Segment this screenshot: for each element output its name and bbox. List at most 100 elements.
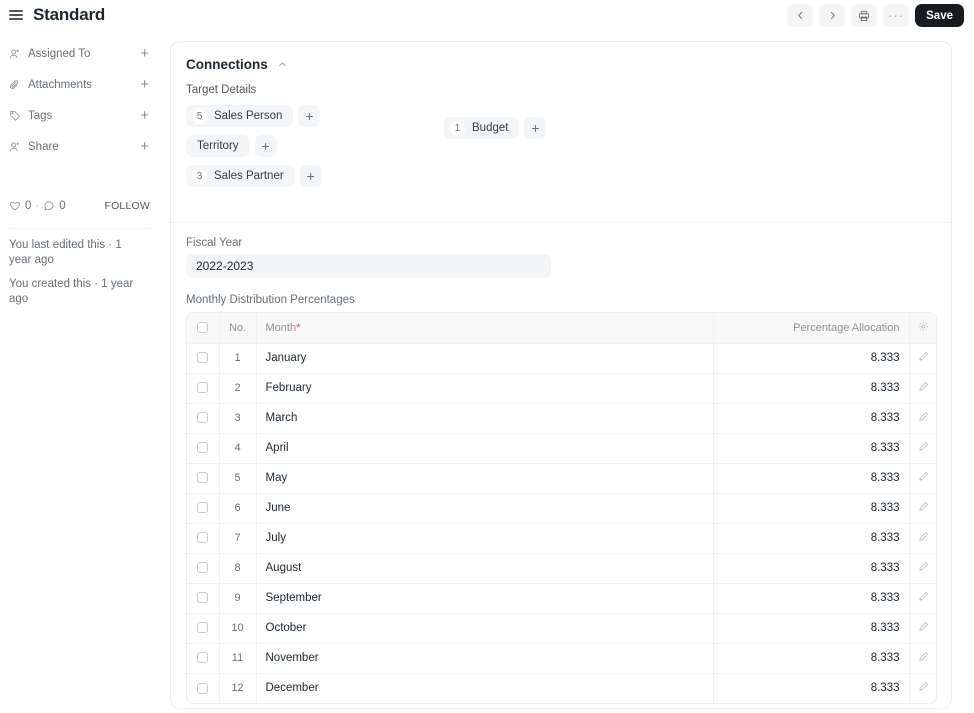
more-options-button[interactable]: ··· xyxy=(883,4,909,27)
row-percentage-cell[interactable]: 8.333 xyxy=(713,463,909,493)
connection-pill-sales-partner[interactable]: 3 Sales Partner xyxy=(186,165,295,187)
grid-settings-header[interactable] xyxy=(909,313,937,343)
table-row[interactable]: 1January8.333 xyxy=(187,343,937,373)
row-select-cell[interactable] xyxy=(187,463,219,493)
pencil-icon[interactable] xyxy=(918,651,929,662)
sidebar-add-share[interactable]: + xyxy=(140,139,152,154)
row-select-cell[interactable] xyxy=(187,403,219,433)
row-select-cell[interactable] xyxy=(187,493,219,523)
add-sales-person-button[interactable]: + xyxy=(298,105,320,127)
row-edit-cell[interactable] xyxy=(909,523,937,553)
sidebar-item-assigned-to[interactable]: Assigned To + xyxy=(0,38,160,69)
chevron-up-icon[interactable] xyxy=(277,59,288,70)
row-select-cell[interactable] xyxy=(187,673,219,703)
pencil-icon[interactable] xyxy=(918,561,929,572)
row-month-cell[interactable]: November xyxy=(256,643,713,673)
row-percentage-cell[interactable]: 8.333 xyxy=(713,523,909,553)
pencil-icon[interactable] xyxy=(918,381,929,392)
row-percentage-cell[interactable]: 8.333 xyxy=(713,403,909,433)
table-row[interactable]: 3March8.333 xyxy=(187,403,937,433)
sidebar-item-share[interactable]: Share + xyxy=(0,131,160,162)
row-checkbox[interactable] xyxy=(197,502,208,513)
pencil-icon[interactable] xyxy=(918,351,929,362)
connection-pill-sales-person[interactable]: 5 Sales Person xyxy=(186,105,293,127)
sidebar-item-attachments[interactable]: Attachments + xyxy=(0,69,160,100)
row-month-cell[interactable]: March xyxy=(256,403,713,433)
row-month-cell[interactable]: April xyxy=(256,433,713,463)
follow-button[interactable]: FOLLOW xyxy=(104,200,150,212)
sidebar-add-attachments[interactable]: + xyxy=(140,77,152,92)
row-edit-cell[interactable] xyxy=(909,493,937,523)
table-row[interactable]: 11November8.333 xyxy=(187,643,937,673)
row-select-cell[interactable] xyxy=(187,583,219,613)
hamburger-menu-icon[interactable] xyxy=(9,9,23,21)
row-checkbox[interactable] xyxy=(197,472,208,483)
row-month-cell[interactable]: September xyxy=(256,583,713,613)
next-document-button[interactable] xyxy=(819,4,845,27)
sidebar-add-tags[interactable]: + xyxy=(140,108,152,123)
table-row[interactable]: 7July8.333 xyxy=(187,523,937,553)
row-edit-cell[interactable] xyxy=(909,433,937,463)
connections-section-header[interactable]: Connections xyxy=(171,42,951,72)
save-button[interactable]: Save xyxy=(915,4,964,27)
fiscal-year-input[interactable] xyxy=(186,254,551,278)
pencil-icon[interactable] xyxy=(918,471,929,482)
prev-document-button[interactable] xyxy=(787,4,813,27)
row-checkbox[interactable] xyxy=(197,562,208,573)
row-edit-cell[interactable] xyxy=(909,343,937,373)
row-edit-cell[interactable] xyxy=(909,613,937,643)
row-checkbox[interactable] xyxy=(197,652,208,663)
row-edit-cell[interactable] xyxy=(909,373,937,403)
row-edit-cell[interactable] xyxy=(909,553,937,583)
row-edit-cell[interactable] xyxy=(909,463,937,493)
row-percentage-cell[interactable]: 8.333 xyxy=(713,583,909,613)
row-percentage-cell[interactable]: 8.333 xyxy=(713,673,909,703)
row-select-cell[interactable] xyxy=(187,433,219,463)
row-percentage-cell[interactable]: 8.333 xyxy=(713,553,909,583)
row-edit-cell[interactable] xyxy=(909,583,937,613)
pencil-icon[interactable] xyxy=(918,501,929,512)
row-checkbox[interactable] xyxy=(197,683,208,694)
row-month-cell[interactable]: July xyxy=(256,523,713,553)
row-checkbox[interactable] xyxy=(197,592,208,603)
row-month-cell[interactable]: August xyxy=(256,553,713,583)
table-row[interactable]: 4April8.333 xyxy=(187,433,937,463)
row-month-cell[interactable]: May xyxy=(256,463,713,493)
pencil-icon[interactable] xyxy=(918,441,929,452)
row-select-cell[interactable] xyxy=(187,643,219,673)
row-select-cell[interactable] xyxy=(187,343,219,373)
connection-pill-territory[interactable]: Territory xyxy=(186,135,250,157)
row-select-cell[interactable] xyxy=(187,373,219,403)
row-month-cell[interactable]: December xyxy=(256,673,713,703)
row-edit-cell[interactable] xyxy=(909,673,937,703)
add-sales-partner-button[interactable]: + xyxy=(300,165,322,187)
row-month-cell[interactable]: February xyxy=(256,373,713,403)
add-budget-button[interactable]: + xyxy=(524,117,546,139)
row-checkbox[interactable] xyxy=(197,442,208,453)
sidebar-add-assigned-to[interactable]: + xyxy=(140,46,152,61)
comment-group[interactable]: 0 xyxy=(43,200,65,212)
row-percentage-cell[interactable]: 8.333 xyxy=(713,643,909,673)
row-month-cell[interactable]: June xyxy=(256,493,713,523)
table-row[interactable]: 12December8.333 xyxy=(187,673,937,703)
like-group[interactable]: 0 xyxy=(9,200,31,212)
table-row[interactable]: 5May8.333 xyxy=(187,463,937,493)
table-row[interactable]: 2February8.333 xyxy=(187,373,937,403)
print-button[interactable] xyxy=(851,4,877,27)
row-percentage-cell[interactable]: 8.333 xyxy=(713,373,909,403)
row-percentage-cell[interactable]: 8.333 xyxy=(713,493,909,523)
table-row[interactable]: 9September8.333 xyxy=(187,583,937,613)
pencil-icon[interactable] xyxy=(918,681,929,692)
row-month-cell[interactable]: October xyxy=(256,613,713,643)
row-edit-cell[interactable] xyxy=(909,403,937,433)
pencil-icon[interactable] xyxy=(918,591,929,602)
add-territory-button[interactable]: + xyxy=(255,135,277,157)
pencil-icon[interactable] xyxy=(918,531,929,542)
gear-icon[interactable] xyxy=(918,321,929,332)
connection-pill-budget[interactable]: 1 Budget xyxy=(444,117,519,139)
table-row[interactable]: 8August8.333 xyxy=(187,553,937,583)
pencil-icon[interactable] xyxy=(918,621,929,632)
select-all-checkbox[interactable] xyxy=(197,322,208,333)
row-checkbox[interactable] xyxy=(197,412,208,423)
row-checkbox[interactable] xyxy=(197,622,208,633)
